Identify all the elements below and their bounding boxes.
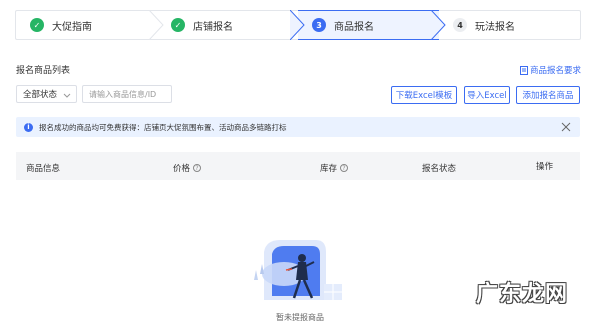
column-label: 价格 [173,164,191,174]
check-circle-icon: ✓ [171,18,185,32]
column-signup-status: 报名状态 [422,162,456,174]
column-stock: 库存? [320,162,349,174]
step-gameplay-signup[interactable]: 4 玩法报名 [439,10,581,40]
step-guide[interactable]: ✓ 大促指南 [15,10,164,40]
table-header: 商品信息 价格? 库存? 报名状态 操作 [16,152,580,180]
search-input[interactable]: 请输入商品信息/ID [82,85,172,103]
step-divider-chevron [290,10,305,40]
status-select[interactable]: 全部状态 [16,85,77,103]
step-label: 店铺报名 [193,21,233,33]
section-title: 报名商品列表 [16,66,71,76]
step-number: 3 [312,18,326,32]
watermark-text: 广东龙网 [476,282,569,307]
column-label: 商品信息 [26,164,61,174]
notice-text: 报名成功的商品均可免费获得：店铺页大促氛围布置、活动商品多链路打标 [39,122,287,132]
step-product-signup[interactable]: 3 商品报名 [298,10,446,40]
chevron-down-icon [63,93,71,98]
search-placeholder: 请输入商品信息/ID [89,89,157,99]
column-product-info: 商品信息 [26,162,60,174]
column-price: 价格? [173,162,202,174]
help-icon[interactable]: ? [340,164,349,172]
requirements-link-label: 商品报名要求 [529,66,581,76]
step-progress-bar: ✓ 大促指南 ✓ 店铺报名 3 商品报名 4 玩法报名 [15,10,581,40]
document-icon [519,65,528,75]
step-label: 商品报名 [334,21,374,33]
empty-state-text: 暂未提报商品 [276,313,324,322]
info-icon: i [24,122,33,132]
step-divider-chevron [149,10,164,40]
check-circle-icon: ✓ [30,18,44,32]
step-shop-signup[interactable]: ✓ 店铺报名 [157,10,305,40]
step-label: 大促指南 [52,21,92,33]
import-excel-button[interactable]: 导入Excel [464,86,510,104]
empty-state-illustration [254,240,342,300]
close-icon[interactable] [561,122,571,132]
step-divider-chevron [431,10,446,40]
step-label: 玩法报名 [475,21,515,33]
column-label: 报名状态 [422,164,457,174]
column-label: 库存 [320,164,338,174]
add-product-button[interactable]: 添加报名商品 [516,86,580,104]
column-actions: 操作 [536,160,553,172]
step-number: 4 [453,18,467,32]
download-template-button[interactable]: 下载Excel模板 [391,86,457,104]
column-label: 操作 [536,162,554,172]
requirements-link[interactable]: 商品报名要求 [519,64,581,76]
status-select-value: 全部状态 [23,90,58,100]
help-icon[interactable]: ? [193,164,202,172]
info-notice: i 报名成功的商品均可免费获得：店铺页大促氛围布置、活动商品多链路打标 [16,117,580,137]
